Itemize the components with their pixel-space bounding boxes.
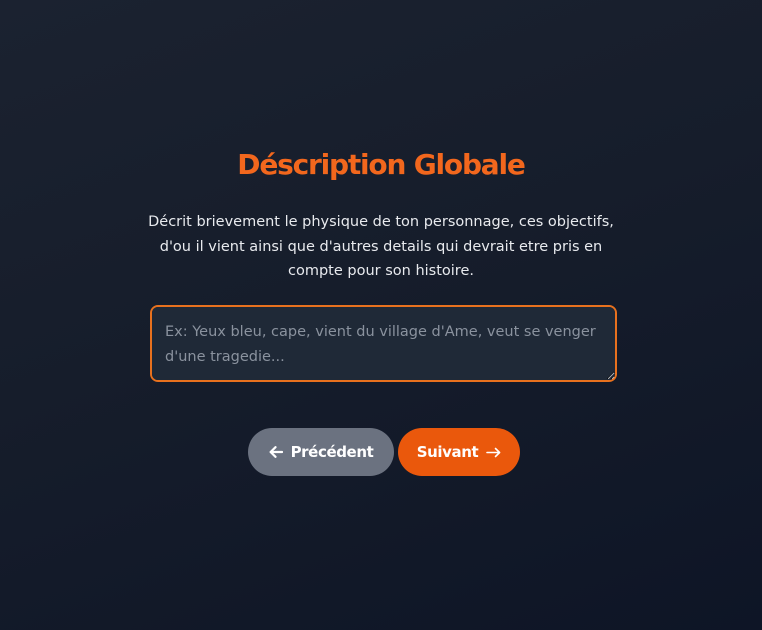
- arrow-right-icon: [486, 447, 501, 458]
- step-card: Déscription Globale Décrit brievement le…: [0, 0, 762, 630]
- step-description: Décrit brievement le physique de ton per…: [148, 214, 614, 279]
- description-textarea[interactable]: [150, 305, 617, 382]
- arrow-left-icon: [269, 446, 283, 458]
- next-button[interactable]: Suivant: [398, 428, 520, 476]
- description-field-wrapper: [150, 305, 617, 382]
- page-title: Déscription Globale: [237, 148, 526, 181]
- previous-button-label: Précédent: [290, 443, 374, 461]
- next-button-label: Suivant: [416, 443, 479, 461]
- previous-button[interactable]: Précédent: [248, 428, 394, 476]
